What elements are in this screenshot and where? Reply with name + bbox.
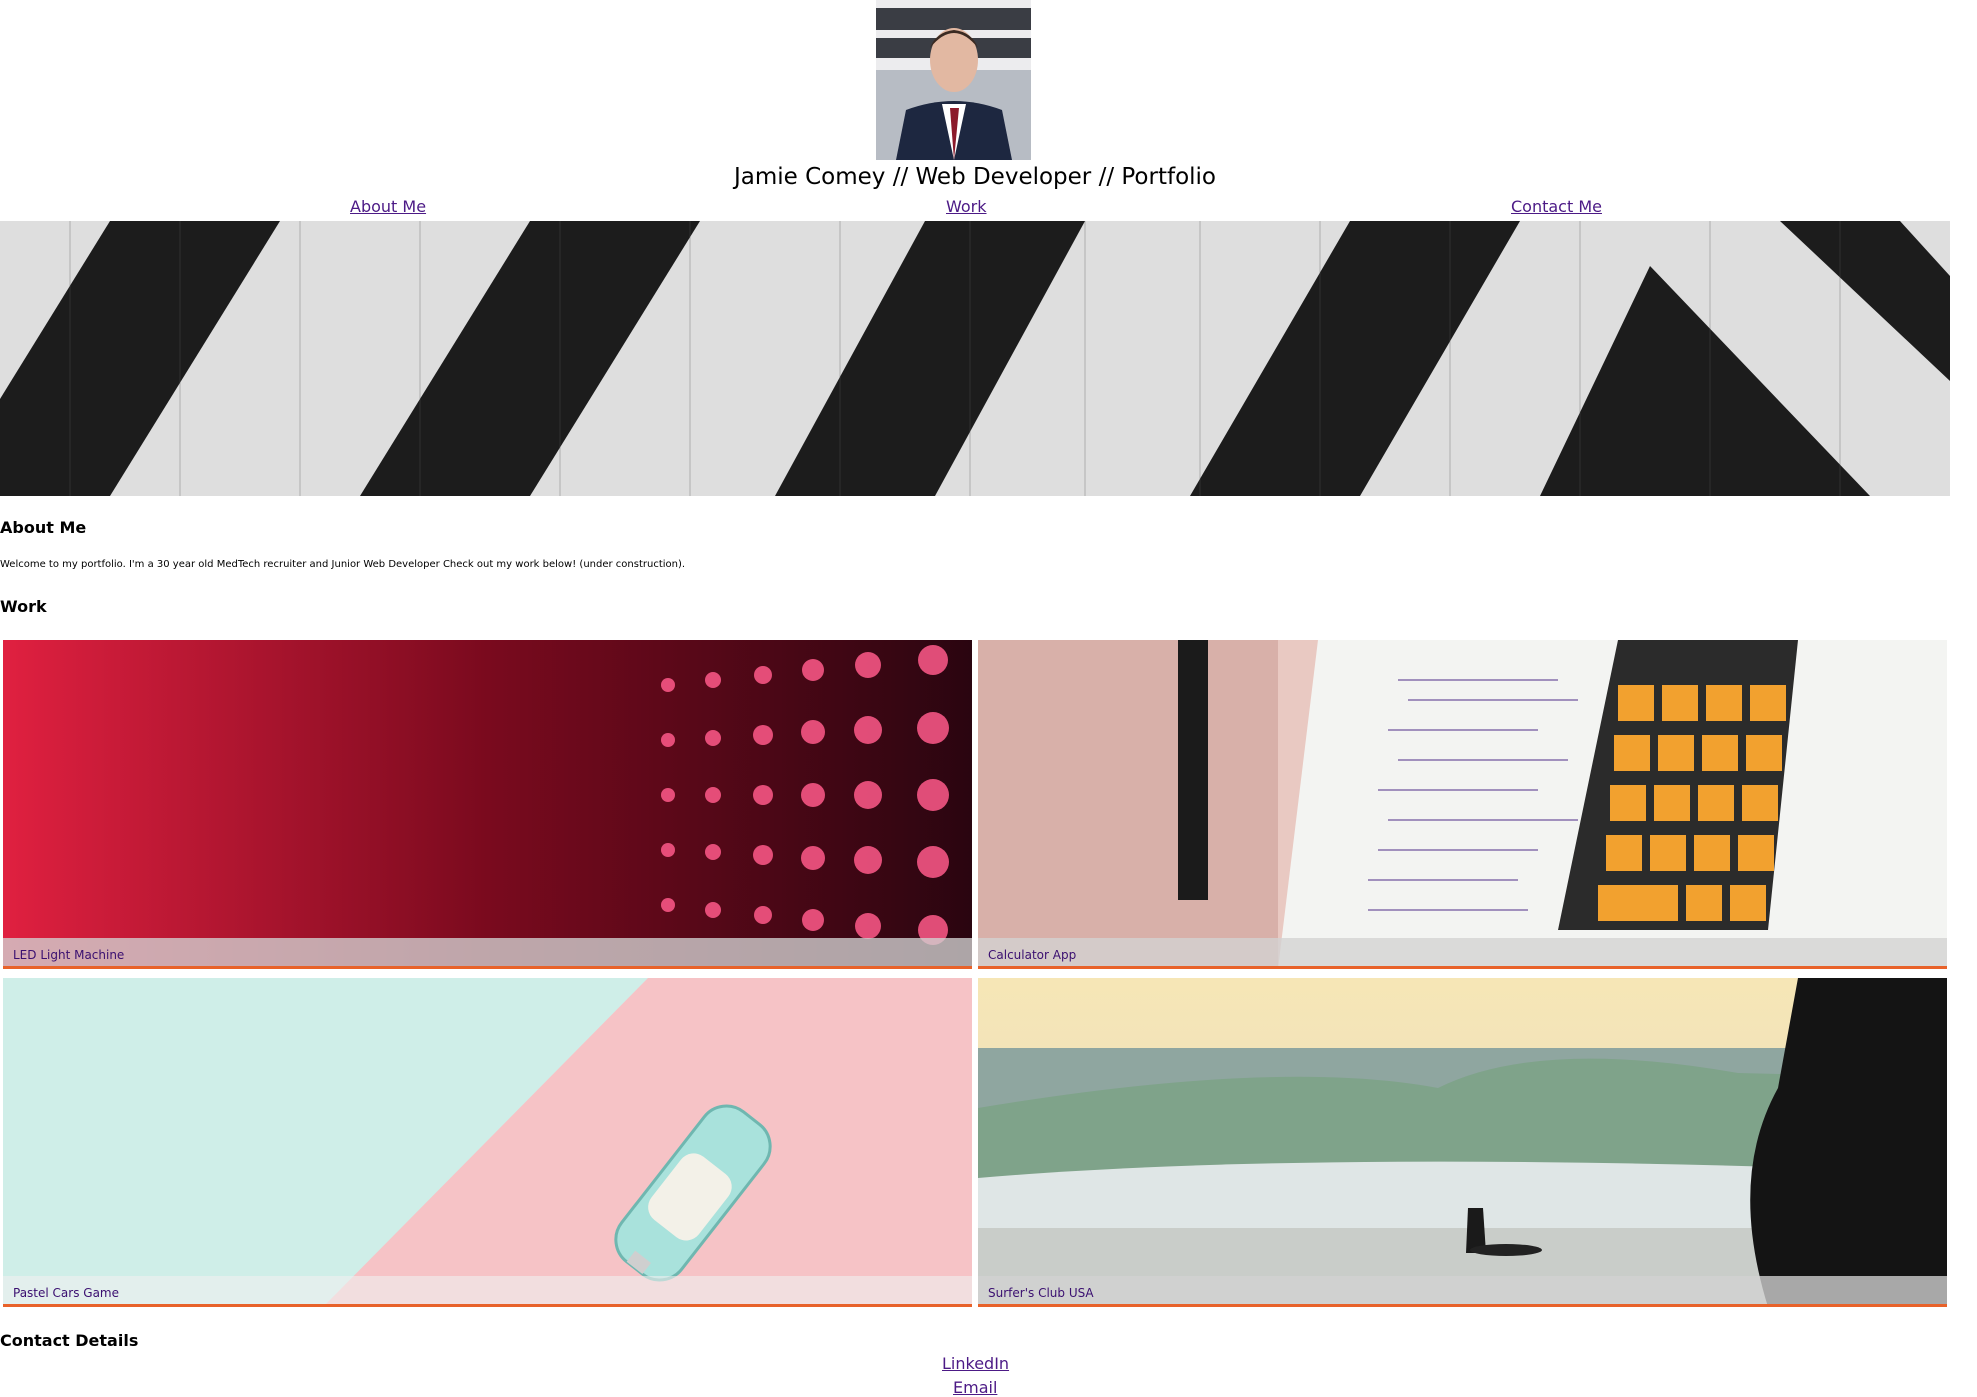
hero-banner-image <box>0 221 1950 496</box>
work-card-led[interactable]: LED Light Machine <box>3 640 972 969</box>
nav-link-work[interactable]: Work <box>946 197 987 216</box>
work-card-label[interactable]: Calculator App <box>988 948 1076 962</box>
contact-heading: Contact Details <box>0 1331 139 1350</box>
profile-photo <box>876 0 1031 160</box>
work-card-label[interactable]: LED Light Machine <box>13 948 124 962</box>
nav-link-contact[interactable]: Contact Me <box>1511 197 1602 216</box>
work-card-label[interactable]: Surfer's Club USA <box>988 1286 1094 1300</box>
work-heading: Work <box>0 597 47 616</box>
work-card-pastel-cars[interactable]: Pastel Cars Game <box>3 978 972 1307</box>
email-link[interactable]: Email <box>953 1378 997 1397</box>
page-title: Jamie Comey // Web Developer // Portfoli… <box>733 164 1217 190</box>
about-text: Welcome to my portfolio. I'm a 30 year o… <box>0 559 686 570</box>
nav-link-about[interactable]: About Me <box>350 197 426 216</box>
about-heading: About Me <box>0 518 87 537</box>
work-card-label[interactable]: Pastel Cars Game <box>13 1286 119 1300</box>
linkedin-link[interactable]: LinkedIn <box>942 1354 1009 1373</box>
work-card-surfers-club[interactable]: Surfer's Club USA <box>978 978 1947 1307</box>
work-card-calculator[interactable]: Calculator App <box>978 640 1947 969</box>
